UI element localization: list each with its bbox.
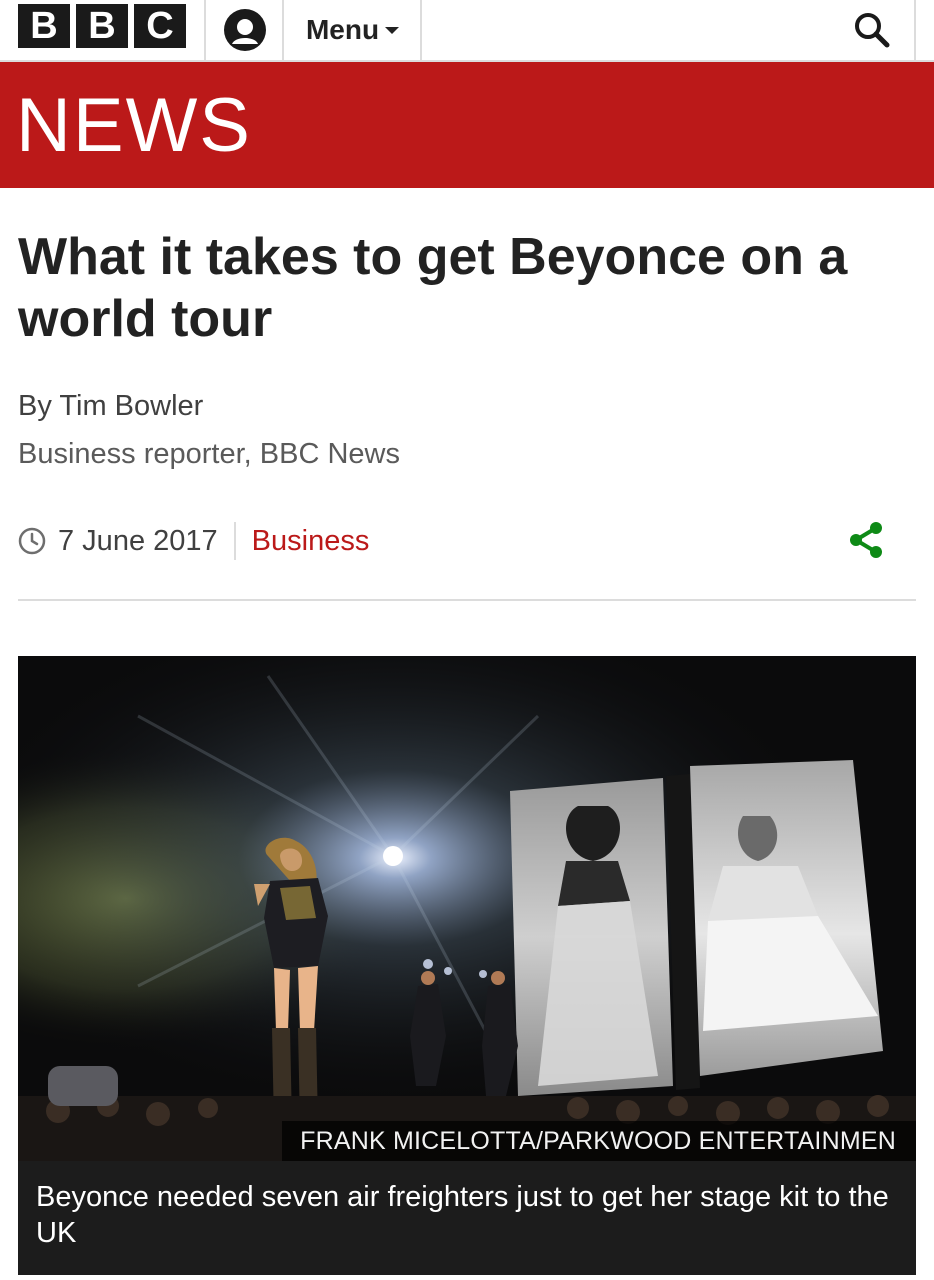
bbc-logo-letter: B (76, 4, 128, 48)
caret-down-icon (385, 27, 400, 34)
bbc-logo-letter: B (18, 4, 70, 48)
byline-role: Business reporter, BBC News (18, 438, 400, 470)
concert-photo (18, 656, 916, 1161)
image-caption: Beyonce needed seven air freighters just… (36, 1181, 889, 1249)
bbc-logo[interactable]: B B C (18, 4, 186, 48)
share-icon[interactable] (846, 520, 886, 560)
nav-divider (420, 0, 422, 60)
top-navigation-bar: B B C Menu (0, 0, 934, 62)
meta-divider (233, 522, 236, 560)
clock-icon (18, 527, 46, 555)
bbc-logo-letter: C (134, 4, 186, 48)
search-button[interactable] (828, 0, 916, 60)
article-headline: What it takes to get Beyonce on a world … (18, 228, 848, 348)
nav-divider (914, 0, 916, 60)
article-meta: 7 June 2017 Business (18, 518, 916, 564)
news-banner: NEWS (0, 62, 934, 188)
account-icon (224, 9, 266, 51)
section-link-business[interactable]: Business (252, 525, 370, 558)
byline-author: By Tim Bowler (18, 390, 204, 422)
hero-image[interactable]: FRANK MICELOTTA/PARKWOOD ENTERTAINMEN (18, 656, 916, 1161)
menu-label: Menu (305, 14, 380, 45)
image-caption-box: Beyonce needed seven air freighters just… (18, 1161, 916, 1275)
menu-button[interactable]: Menu (284, 0, 421, 60)
search-icon (855, 13, 890, 48)
news-wordmark[interactable]: NEWS (16, 84, 252, 168)
publish-date: 7 June 2017 (58, 524, 218, 557)
account-button[interactable] (206, 0, 284, 60)
image-credit: FRANK MICELOTTA/PARKWOOD ENTERTAINMEN (282, 1121, 916, 1161)
divider-rule (18, 599, 916, 601)
